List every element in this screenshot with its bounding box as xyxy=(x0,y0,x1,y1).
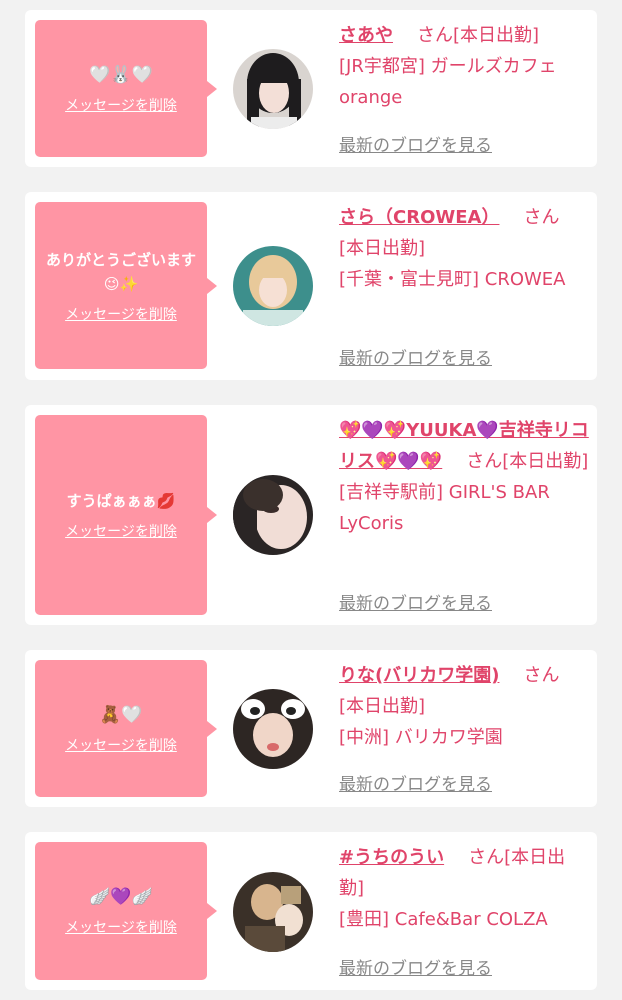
message-bubble: 🪽💜🪽 メッセージを削除 xyxy=(35,842,217,980)
honorific: さん xyxy=(523,665,560,686)
message-text: 🧸🤍 xyxy=(99,704,143,725)
message-bubble: すうぱぁぁぁ💋 メッセージを削除 xyxy=(35,415,217,615)
latest-blog-link[interactable]: 最新のブログを見る xyxy=(339,589,492,614)
message-bubble: ありがとうございます😉✨ メッセージを削除 xyxy=(35,202,217,369)
message-text: すうぱぁぁぁ💋 xyxy=(66,492,176,510)
delete-message-link[interactable]: メッセージを削除 xyxy=(65,521,177,541)
sender-name-link[interactable]: さら（CROWEA） xyxy=(339,207,499,228)
shop-info: [吉祥寺駅前] GIRL'S BAR LyCoris xyxy=(339,482,550,534)
message-card: 🧸🤍 メッセージを削除 りな(バリカワ学園) さん [本日出勤] [中洲] バリカ… xyxy=(25,650,597,807)
message-text: ありがとうございます😉✨ xyxy=(45,250,196,293)
sender-name-link[interactable]: #うちのうい xyxy=(339,847,444,868)
sender-info: 💖💜💖YUUKA💜吉祥寺リコリス💖💜💖 さん[本日出勤] [吉祥寺駅前] GIRL… xyxy=(339,415,589,539)
latest-blog-link[interactable]: 最新のブログを見る xyxy=(339,131,492,156)
status: [本日出勤] xyxy=(339,696,426,717)
avatar[interactable] xyxy=(233,689,313,769)
avatar[interactable] xyxy=(233,872,313,952)
sender-info: さあや さん[本日出勤] [JR宇都宮] ガールズカフェ orange xyxy=(339,20,589,113)
status: [本日出勤] xyxy=(339,238,426,259)
shop-info: [中洲] バリカワ学園 xyxy=(339,727,503,748)
avatar[interactable] xyxy=(233,49,313,129)
sender-info: さら（CROWEA） さん [本日出勤] [千葉・富士見町] CROWEA xyxy=(339,202,567,295)
message-card: 🪽💜🪽 メッセージを削除 #うちのうい さん[本日出勤] [豊田] Cafe&Ba… xyxy=(25,832,597,990)
message-card: 🤍🐰🤍 メッセージを削除 さあや さん[本日出勤] [JR宇都宮] ガールズカフェ… xyxy=(25,10,597,167)
message-card: ありがとうございます😉✨ メッセージを削除 さら（CROWEA） さん [本日出勤… xyxy=(25,192,597,380)
message-bubble: 🧸🤍 メッセージを削除 xyxy=(35,660,217,797)
shop-info: [豊田] Cafe&Bar COLZA xyxy=(339,909,548,930)
shop-info: [千葉・富士見町] CROWEA xyxy=(339,269,566,290)
sender-info: #うちのうい さん[本日出勤] [豊田] Cafe&Bar COLZA xyxy=(339,842,589,935)
delete-message-link[interactable]: メッセージを削除 xyxy=(65,735,177,755)
avatar[interactable] xyxy=(233,475,313,555)
status: [本日出勤] xyxy=(453,25,540,46)
latest-blog-link[interactable]: 最新のブログを見る xyxy=(339,770,492,795)
message-card: すうぱぁぁぁ💋 メッセージを削除 💖💜💖YUUKA💜吉祥寺リコリス💖💜💖 さん[本… xyxy=(25,405,597,625)
latest-blog-link[interactable]: 最新のブログを見る xyxy=(339,954,492,979)
honorific: さん xyxy=(417,25,453,46)
status: [本日出勤] xyxy=(502,451,589,472)
sender-name-link[interactable]: さあや xyxy=(339,25,393,46)
delete-message-link[interactable]: メッセージを削除 xyxy=(65,95,177,115)
delete-message-link[interactable]: メッセージを削除 xyxy=(65,917,177,937)
honorific: さん xyxy=(523,207,560,228)
sender-info: りな(バリカワ学園) さん [本日出勤] [中洲] バリカワ学園 xyxy=(339,660,567,753)
message-text: 🪽💜🪽 xyxy=(89,887,153,907)
message-bubble: 🤍🐰🤍 メッセージを削除 xyxy=(35,20,217,157)
honorific: さん xyxy=(468,847,505,868)
message-text: 🤍🐰🤍 xyxy=(89,64,153,85)
latest-blog-link[interactable]: 最新のブログを見る xyxy=(339,344,492,369)
honorific: さん xyxy=(466,451,503,472)
message-list: 🤍🐰🤍 メッセージを削除 さあや さん[本日出勤] [JR宇都宮] ガールズカフェ… xyxy=(0,0,622,990)
avatar[interactable] xyxy=(233,246,313,326)
delete-message-link[interactable]: メッセージを削除 xyxy=(65,304,177,324)
shop-info: [JR宇都宮] ガールズカフェ orange xyxy=(339,56,557,108)
sender-name-link[interactable]: りな(バリカワ学園) xyxy=(339,665,499,686)
